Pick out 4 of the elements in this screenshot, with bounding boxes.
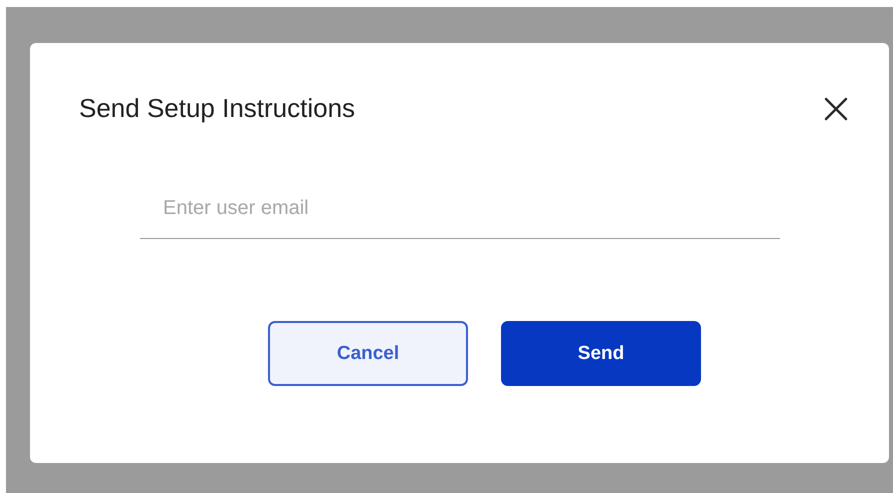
dialog-title: Send Setup Instructions [79,93,356,124]
close-icon[interactable] [823,96,849,122]
cancel-button[interactable]: Cancel [268,321,468,386]
send-button[interactable]: Send [501,321,701,386]
